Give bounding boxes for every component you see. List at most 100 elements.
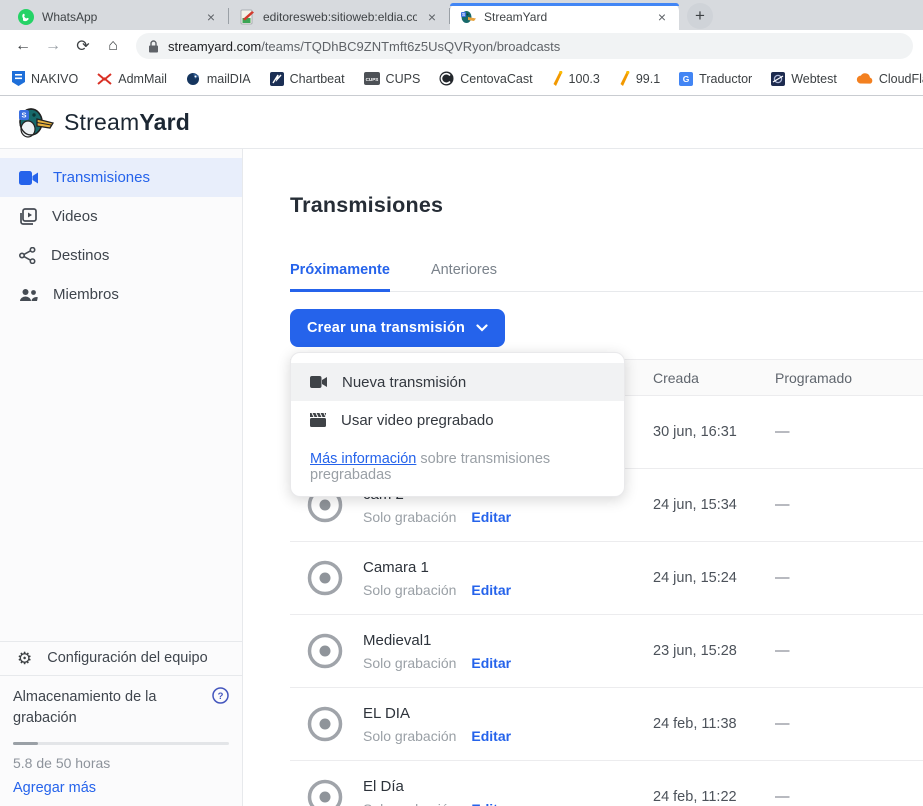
bookmark-traductor[interactable]: G Traductor bbox=[679, 72, 752, 86]
edit-link[interactable]: Editar bbox=[471, 582, 511, 598]
url-input[interactable]: streamyard.com/teams/TQDhBC9ZNTmft6z5UsQ… bbox=[136, 33, 913, 59]
svg-text:S: S bbox=[21, 111, 26, 120]
bookmark-admmail[interactable]: AdmMail bbox=[97, 72, 167, 86]
create-broadcast-label: Crear una transmisión bbox=[307, 320, 465, 336]
create-broadcast-button[interactable]: Crear una transmisión bbox=[290, 309, 505, 347]
tab-title: editoresweb:sitioweb:eldia.co bbox=[263, 10, 417, 24]
main-content: Transmisiones Próximamente Anteriores Cr… bbox=[243, 149, 923, 806]
sidebar-item-destinos[interactable]: Destinos bbox=[0, 236, 242, 275]
sidebar: Transmisiones Videos Destinos Miembros ⚙… bbox=[0, 149, 243, 806]
table-row[interactable]: Camara 1 Solo grabaciónEditar 24 jun, 15… bbox=[290, 542, 923, 615]
video-camera-icon bbox=[310, 376, 327, 388]
storage-usage-text: 5.8 de 50 horas bbox=[13, 755, 229, 771]
svg-text:S: S bbox=[462, 12, 465, 17]
tab-proximamente[interactable]: Próximamente bbox=[290, 262, 390, 292]
create-broadcast-dropdown: Nueva transmisión Usar video pregrabado … bbox=[290, 352, 625, 497]
dropdown-note: Más información sobre transmisiones preg… bbox=[291, 439, 624, 483]
table-row[interactable]: EL DIA Solo grabaciónEditar 24 feb, 11:3… bbox=[290, 688, 923, 761]
browser-tab-strip: WhatsApp × editoresweb:sitioweb:eldia.co… bbox=[0, 0, 923, 30]
edit-link[interactable]: Editar bbox=[471, 509, 511, 525]
bookmark-label: 99.1 bbox=[636, 72, 660, 86]
bookmark-maildia[interactable]: mailDIA bbox=[186, 71, 251, 86]
svg-text:G: G bbox=[683, 74, 690, 84]
tab-editoresweb[interactable]: editoresweb:sitioweb:eldia.co × bbox=[229, 3, 449, 30]
cloudflare-icon bbox=[856, 73, 873, 84]
sidebar-item-miembros[interactable]: Miembros bbox=[0, 275, 242, 314]
edit-link[interactable]: Editar bbox=[471, 801, 511, 806]
reload-icon[interactable]: ⟳ bbox=[70, 33, 96, 59]
bookmark-label: Webtest bbox=[791, 72, 837, 86]
bookmark-centovacast[interactable]: CentovaCast bbox=[439, 71, 532, 86]
tab-streamyard[interactable]: S StreamYard × bbox=[450, 3, 679, 30]
sidebar-item-transmisiones[interactable]: Transmisiones bbox=[0, 158, 242, 197]
bookmark-label: NAKIVO bbox=[31, 72, 78, 86]
sidebar-item-label: Transmisiones bbox=[53, 169, 150, 186]
tab-close-icon[interactable]: × bbox=[204, 9, 218, 25]
created-cell: 24 feb, 11:38 bbox=[653, 716, 775, 732]
screen: WhatsApp × editoresweb:sitioweb:eldia.co… bbox=[0, 0, 923, 806]
bookmark-label: 100.3 bbox=[569, 72, 600, 86]
storage-title: Almacenamiento de la grabación bbox=[13, 687, 188, 729]
editor-page-icon bbox=[239, 9, 255, 25]
tab-close-icon[interactable]: × bbox=[425, 9, 439, 25]
bookmark-chartbeat[interactable]: Chartbeat bbox=[270, 72, 345, 86]
bookmark-cloudflare[interactable]: CloudFlare bbox=[856, 72, 923, 86]
broadcast-name: EL DIA bbox=[363, 705, 511, 722]
table-row[interactable]: Medieval1 Solo grabaciónEditar 23 jun, 1… bbox=[290, 615, 923, 688]
column-header-created: Creada bbox=[653, 370, 775, 386]
streamyard-logo-duck-icon: S bbox=[17, 105, 55, 139]
more-info-link[interactable]: Más información bbox=[310, 451, 416, 467]
scheduled-cell: — bbox=[775, 497, 923, 513]
bookmark-label: Chartbeat bbox=[290, 72, 345, 86]
svg-text:?: ? bbox=[218, 691, 224, 702]
broadcast-subtitle: Solo grabaciónEditar bbox=[363, 509, 511, 525]
bookmark-webtest[interactable]: Webtest bbox=[771, 72, 837, 86]
bookmark-cups[interactable]: CUPS CUPS bbox=[364, 72, 421, 86]
tab-title: StreamYard bbox=[484, 10, 647, 24]
broadcast-subtitle: Solo grabaciónEditar bbox=[363, 801, 511, 806]
menu-item-use-prerecorded[interactable]: Usar video pregrabado bbox=[291, 401, 624, 439]
broadcast-name: Medieval1 bbox=[363, 632, 511, 649]
back-icon[interactable]: ← bbox=[10, 33, 36, 59]
table-row[interactable]: El Día Solo grabaciónEditar 24 feb, 11:2… bbox=[290, 761, 923, 806]
tab-whatsapp[interactable]: WhatsApp × bbox=[8, 3, 228, 30]
edit-link[interactable]: Editar bbox=[471, 728, 511, 744]
record-icon bbox=[306, 559, 344, 597]
admmail-icon bbox=[97, 73, 112, 85]
record-icon bbox=[306, 705, 344, 743]
browser-address-bar: ← → ⟳ ⌂ streamyard.com/teams/TQDhBC9ZNTm… bbox=[0, 30, 923, 62]
bookmark-radio-100-3[interactable]: 100.3 bbox=[552, 71, 600, 86]
webtest-icon bbox=[771, 72, 785, 86]
menu-item-new-broadcast[interactable]: Nueva transmisión bbox=[291, 363, 624, 401]
record-icon bbox=[306, 778, 344, 806]
torch-icon bbox=[552, 71, 563, 86]
sidebar-item-videos[interactable]: Videos bbox=[0, 197, 242, 236]
edit-link[interactable]: Editar bbox=[471, 655, 511, 671]
created-cell: 30 jun, 16:31 bbox=[653, 424, 775, 440]
traductor-icon: G bbox=[679, 72, 693, 86]
help-icon[interactable]: ? bbox=[212, 687, 229, 704]
bookmark-nakivo[interactable]: NAKIVO bbox=[12, 71, 78, 86]
sidebar-item-label: Videos bbox=[52, 208, 98, 225]
svg-text:CUPS: CUPS bbox=[365, 77, 378, 82]
sidebar-item-label: Miembros bbox=[53, 286, 119, 303]
streamyard-wordmark: StreamYard bbox=[64, 109, 190, 136]
new-tab-button[interactable]: + bbox=[687, 3, 713, 29]
tab-close-icon[interactable]: × bbox=[655, 9, 669, 25]
bookmark-radio-99-1[interactable]: 99.1 bbox=[619, 71, 660, 86]
page-title: Transmisiones bbox=[290, 193, 923, 218]
clapperboard-icon bbox=[310, 413, 326, 427]
add-more-link[interactable]: Agregar más bbox=[13, 780, 229, 796]
url-domain: streamyard.com bbox=[168, 39, 261, 54]
nakivo-icon bbox=[12, 71, 25, 86]
forward-icon[interactable]: → bbox=[40, 33, 66, 59]
chevron-down-icon bbox=[476, 324, 488, 332]
broadcast-subtitle: Solo grabaciónEditar bbox=[363, 582, 511, 598]
share-icon bbox=[19, 247, 36, 264]
scheduled-cell: — bbox=[775, 570, 923, 586]
scheduled-cell: — bbox=[775, 424, 923, 440]
bookmarks-bar: NAKIVO AdmMail mailDIA Chartbeat CUPS CU… bbox=[0, 62, 923, 96]
tab-anteriores[interactable]: Anteriores bbox=[431, 262, 497, 291]
team-settings-button[interactable]: ⚙ Configuración del equipo bbox=[0, 641, 242, 675]
home-icon[interactable]: ⌂ bbox=[100, 33, 126, 59]
